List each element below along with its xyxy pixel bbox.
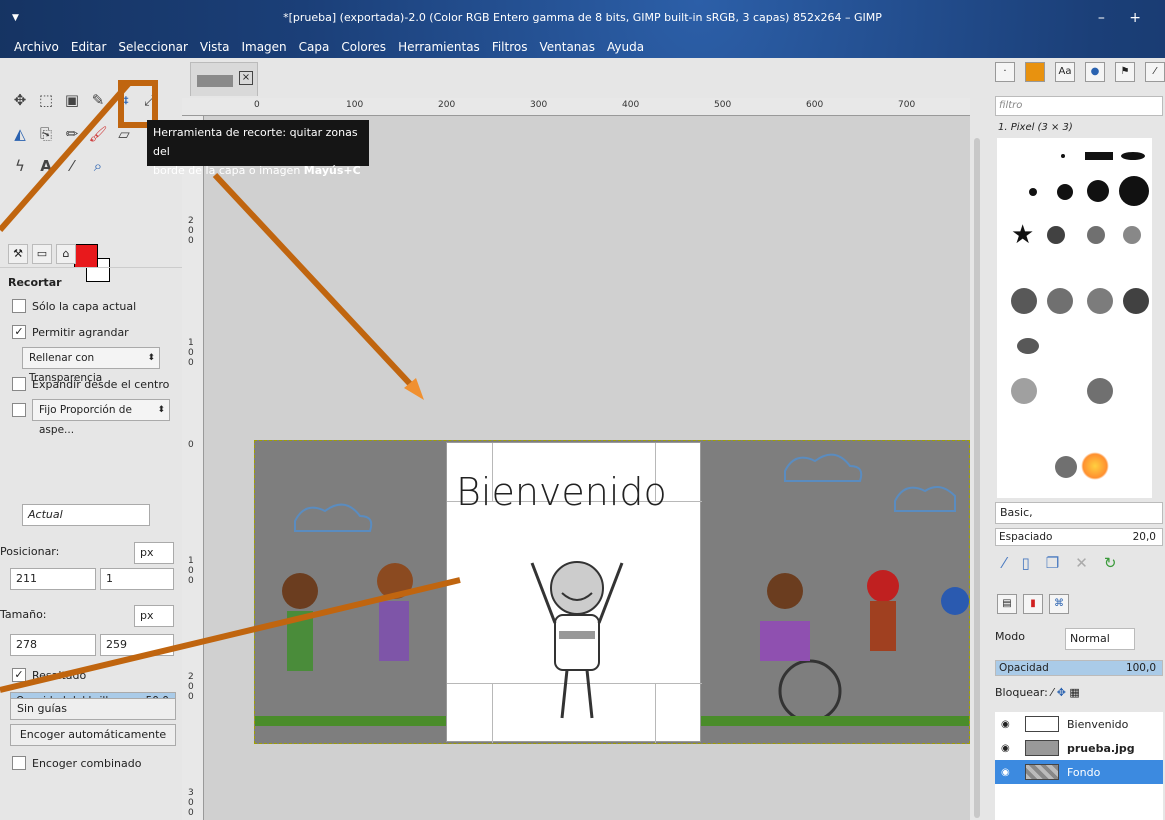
layer-thumbnail: [1025, 740, 1059, 756]
fonts-tab-icon[interactable]: Aa: [1055, 62, 1075, 82]
brush-texture[interactable]: [1055, 456, 1077, 478]
brush-block[interactable]: [1085, 152, 1113, 160]
brush-texture[interactable]: [1047, 226, 1065, 244]
tooltip-line-1: Herramienta de recorte: quitar zonas del: [153, 126, 358, 158]
layer-opacity-label: Opacidad: [999, 662, 1049, 674]
layers-tab-icon[interactable]: ▤: [997, 594, 1017, 614]
visibility-eye-icon[interactable]: ◉: [1001, 767, 1017, 778]
brush-texture[interactable]: [1087, 226, 1105, 244]
delete-brush-icon[interactable]: ✕: [1075, 554, 1088, 572]
spacing-slider[interactable]: Espaciado 20,0: [995, 528, 1163, 546]
paint-tab-icon[interactable]: ⁄: [1145, 62, 1165, 82]
lock-alpha-icon[interactable]: ▦: [1069, 686, 1079, 699]
right-dock: · Aa ● ⚑ ⁄ filtro 1. Pixel (3 × 3) ★ Bas…: [985, 58, 1165, 820]
brush-filter-placeholder: filtro: [999, 100, 1023, 111]
brush-pixel[interactable]: [1061, 154, 1065, 158]
brush-medium[interactable]: [1057, 184, 1073, 200]
lock-position-icon[interactable]: ✥: [1057, 686, 1066, 699]
layer-mode-label: Modo: [995, 630, 1025, 643]
paths-tab-icon[interactable]: ⌘: [1049, 594, 1069, 614]
brush-filter-input[interactable]: filtro: [995, 96, 1163, 116]
brush-texture[interactable]: [1123, 226, 1141, 244]
lock-pixels-icon[interactable]: ⁄: [1051, 686, 1053, 699]
layer-row[interactable]: ◉ Fondo: [995, 760, 1163, 784]
brush-texture[interactable]: [1011, 288, 1037, 314]
crop-tool-tooltip: Herramienta de recorte: quitar zonas del…: [147, 120, 369, 177]
layer-row[interactable]: ◉ prueba.jpg: [995, 736, 1163, 760]
visibility-eye-icon[interactable]: ◉: [1001, 743, 1017, 754]
tool-presets-tab-icon[interactable]: ⚑: [1115, 62, 1135, 82]
duplicate-brush-icon[interactable]: ❐: [1046, 554, 1059, 572]
brush-preset-combo[interactable]: Basic,: [995, 502, 1163, 524]
brush-texture[interactable]: [1011, 378, 1037, 404]
tooltip-text: borde de la capa o imagen: [153, 164, 301, 177]
brush-dock-tabs: · Aa ● ⚑ ⁄: [995, 62, 1165, 82]
brush-texture[interactable]: [1087, 378, 1113, 404]
brush-xlarge[interactable]: [1119, 176, 1149, 206]
brush-large[interactable]: [1087, 180, 1109, 202]
brush-grid[interactable]: ★: [997, 138, 1152, 498]
layer-thumbnail: [1025, 716, 1059, 732]
dynamics-tab-icon[interactable]: ●: [1085, 62, 1105, 82]
layer-mode-value: Normal: [1070, 632, 1110, 645]
brush-actions: ⁄ ▯ ❐ ✕ ↻: [1003, 554, 1116, 572]
layer-name: prueba.jpg: [1067, 741, 1135, 755]
layer-row[interactable]: ◉ Bienvenido: [995, 712, 1163, 736]
layer-opacity-value: 100,0: [1125, 662, 1156, 674]
brush-texture[interactable]: [1087, 288, 1113, 314]
spacing-label: Espaciado: [999, 531, 1053, 543]
layer-mode-combo[interactable]: Normal: [1065, 628, 1135, 650]
brush-texture[interactable]: [1017, 338, 1039, 354]
layer-name: Bienvenido: [1067, 717, 1129, 731]
layer-opacity-slider[interactable]: Opacidad 100,0: [995, 660, 1163, 676]
brush-star[interactable]: ★: [1011, 222, 1034, 248]
tooltip-shortcut: Mayús+C: [303, 164, 361, 177]
brushes-tab-icon[interactable]: ·: [995, 62, 1015, 82]
patterns-tab-icon[interactable]: [1025, 62, 1045, 82]
channels-tab-icon[interactable]: ▮: [1023, 594, 1043, 614]
new-brush-icon[interactable]: ▯: [1022, 554, 1030, 572]
edit-brush-icon[interactable]: ⁄: [1003, 554, 1006, 572]
layers-dock-tabs: ▤ ▮ ⌘: [997, 594, 1069, 614]
layer-name: Fondo: [1067, 765, 1101, 779]
brush-texture[interactable]: [1047, 288, 1073, 314]
brush-texture[interactable]: [1123, 288, 1149, 314]
arrow-line-left: [0, 577, 461, 693]
brush-oval[interactable]: [1121, 152, 1145, 160]
brush-gradient[interactable]: [1081, 452, 1109, 480]
brush-preset-value: Basic,: [1000, 506, 1033, 519]
refresh-brushes-icon[interactable]: ↻: [1104, 554, 1117, 572]
brush-small[interactable]: [1029, 188, 1037, 196]
arrow-line-top: [0, 80, 133, 232]
visibility-eye-icon[interactable]: ◉: [1001, 719, 1017, 730]
selected-brush-name: 1. Pixel (3 × 3): [998, 122, 1073, 133]
spacing-value: 20,0: [1132, 531, 1156, 543]
layer-thumbnail: [1025, 764, 1059, 780]
lock-row: Bloquear: ⁄ ✥ ▦: [995, 686, 1080, 699]
tooltip-line-2: borde de la capa o imagen Mayús+C: [153, 161, 363, 180]
layers-list: ◉ Bienvenido ◉ prueba.jpg ◉ Fondo: [995, 712, 1163, 820]
lock-label: Bloquear:: [995, 686, 1048, 699]
arrow-line-down: [212, 172, 415, 389]
